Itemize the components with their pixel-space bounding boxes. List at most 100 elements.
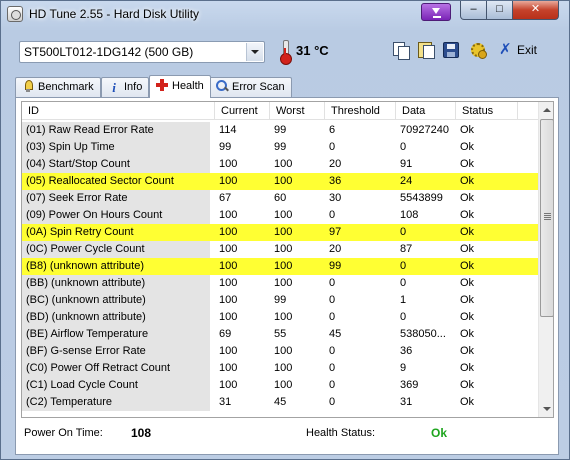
worst-cell: 100 bbox=[274, 345, 293, 357]
data-cell: 70927240 bbox=[400, 124, 449, 136]
title-bar[interactable]: HD Tune 2.55 - Hard Disk Utility – □ ✕ bbox=[1, 1, 569, 29]
col-header-worst[interactable]: Worst bbox=[270, 102, 325, 120]
toolbar: ST500LT012-1DG142 (500 GB) 31 °C ✗ Exit bbox=[7, 30, 563, 74]
table-row[interactable]: (C1) Load Cycle Count 100 100 0 369 Ok bbox=[22, 377, 538, 394]
power-on-time-label: Power On Time: bbox=[24, 427, 103, 439]
status-cell: Ok bbox=[460, 192, 475, 204]
table-row[interactable]: (BE) Airflow Temperature 69 55 45 538050... O… bbox=[22, 326, 538, 343]
table-row[interactable]: (0C) Power Cycle Count 100 100 20 87 Ok bbox=[22, 241, 538, 258]
exit-button[interactable]: ✗ Exit bbox=[495, 39, 545, 61]
table-row[interactable]: (BD) (unknown attribute) 100 100 0 0 Ok bbox=[22, 309, 538, 326]
save-icon[interactable] bbox=[443, 42, 459, 58]
temperature-readout: 31 °C bbox=[296, 43, 329, 58]
current-cell: 100 bbox=[219, 294, 238, 306]
status-cell: Ok bbox=[460, 362, 475, 374]
data-cell: 9 bbox=[400, 362, 407, 374]
table-row[interactable]: (01) Raw Read Error Rate 114 99 6 70927240 Ok bbox=[22, 122, 538, 139]
tab-info[interactable]: i Info bbox=[101, 77, 150, 97]
table-row[interactable]: (C0) Power Off Retract Count 100 100 0 9 Ok bbox=[22, 360, 538, 377]
table-row[interactable]: (04) Start/Stop Count 100 100 20 91 Ok bbox=[22, 156, 538, 173]
status-cell: Ok bbox=[460, 345, 475, 357]
current-cell: 69 bbox=[219, 328, 232, 340]
status-cell: Ok bbox=[460, 226, 475, 238]
data-cell: 91 bbox=[400, 158, 413, 170]
close-button[interactable]: ✕ bbox=[512, 1, 559, 20]
tab-info-label: Info bbox=[124, 81, 143, 93]
status-cell: Ok bbox=[460, 243, 475, 255]
table-row[interactable]: (07) Seek Error Rate 67 60 30 5543899 Ok bbox=[22, 190, 538, 207]
status-cell: Ok bbox=[460, 141, 475, 153]
tab-benchmark[interactable]: Benchmark bbox=[15, 77, 101, 97]
data-cell: 0 bbox=[400, 260, 407, 272]
tab-error-scan[interactable]: Error Scan bbox=[209, 77, 292, 97]
col-header-status[interactable]: Status bbox=[456, 102, 518, 120]
data-cell: 0 bbox=[400, 141, 407, 153]
window-title: HD Tune 2.55 - Hard Disk Utility bbox=[29, 7, 200, 21]
maximize-button[interactable]: □ bbox=[486, 1, 513, 20]
threshold-cell: 0 bbox=[329, 277, 336, 289]
worst-cell: 100 bbox=[274, 260, 293, 272]
vertical-scrollbar[interactable] bbox=[538, 102, 553, 417]
scroll-up-arrow-icon[interactable] bbox=[539, 102, 553, 118]
table-row[interactable]: (B8) (unknown attribute) 100 100 99 0 Ok bbox=[22, 258, 538, 275]
data-cell: 24 bbox=[400, 175, 413, 187]
current-cell: 99 bbox=[219, 141, 232, 153]
scrollbar-thumb[interactable] bbox=[540, 119, 553, 317]
worst-cell: 99 bbox=[274, 124, 287, 136]
data-cell: 0 bbox=[400, 311, 407, 323]
health-status-label: Health Status: bbox=[306, 427, 376, 439]
table-row[interactable]: (BB) (unknown attribute) 100 100 0 0 Ok bbox=[22, 275, 538, 292]
table-row[interactable]: (05) Reallocated Sector Count 100 100 36 24 O… bbox=[22, 173, 538, 190]
attribute-name-cell: (BD) (unknown attribute) bbox=[22, 309, 210, 326]
chevron-down-icon[interactable] bbox=[246, 43, 263, 61]
threshold-cell: 0 bbox=[329, 311, 336, 323]
threshold-cell: 6 bbox=[329, 124, 336, 136]
worst-cell: 100 bbox=[274, 243, 293, 255]
attribute-name-cell: (04) Start/Stop Count bbox=[22, 156, 210, 173]
options-gear-icon[interactable] bbox=[469, 41, 487, 59]
attribute-name-cell: (05) Reallocated Sector Count bbox=[26, 175, 174, 187]
table-row[interactable]: (BF) G-sense Error Rate 100 100 0 36 Ok bbox=[22, 343, 538, 360]
worst-cell: 100 bbox=[274, 158, 293, 170]
download-button[interactable] bbox=[421, 3, 451, 21]
data-cell: 87 bbox=[400, 243, 413, 255]
worst-cell: 100 bbox=[274, 379, 293, 391]
worst-cell: 99 bbox=[274, 294, 287, 306]
attribute-name-cell: (BC) (unknown attribute) bbox=[22, 292, 210, 309]
minimize-button[interactable]: – bbox=[460, 1, 487, 20]
col-header-data[interactable]: Data bbox=[396, 102, 456, 120]
status-cell: Ok bbox=[460, 379, 475, 391]
data-cell: 108 bbox=[400, 209, 419, 221]
worst-cell: 100 bbox=[274, 362, 293, 374]
attribute-name-cell: (C1) Load Cycle Count bbox=[22, 377, 210, 394]
health-status-value: Ok bbox=[431, 426, 448, 440]
attribute-name-cell: (01) Raw Read Error Rate bbox=[22, 122, 210, 139]
status-footer: Power On Time: 108 Health Status: Ok bbox=[16, 422, 558, 452]
table-row[interactable]: (0A) Spin Retry Count 100 100 97 0 Ok bbox=[22, 224, 538, 241]
table-row[interactable]: (C2) Temperature 31 45 0 31 Ok bbox=[22, 394, 538, 411]
info-icon: i bbox=[112, 80, 116, 95]
attribute-name-cell: (BF) G-sense Error Rate bbox=[22, 343, 210, 360]
table-row[interactable]: (BC) (unknown attribute) 100 99 0 1 Ok bbox=[22, 292, 538, 309]
tab-health[interactable]: Health bbox=[149, 75, 211, 98]
col-header-id[interactable]: ID bbox=[22, 102, 215, 120]
thermometer-icon bbox=[280, 40, 292, 65]
threshold-cell: 99 bbox=[329, 260, 342, 272]
col-header-current[interactable]: Current bbox=[215, 102, 270, 120]
status-cell: Ok bbox=[460, 311, 475, 323]
scroll-down-arrow-icon[interactable] bbox=[539, 401, 553, 417]
threshold-cell: 0 bbox=[329, 209, 336, 221]
current-cell: 100 bbox=[219, 158, 238, 170]
copy-all-icon[interactable] bbox=[417, 41, 435, 59]
health-panel: ID Current Worst Threshold Data Status (… bbox=[15, 97, 559, 455]
threshold-cell: 20 bbox=[329, 158, 342, 170]
worst-cell: 45 bbox=[274, 396, 287, 408]
exit-icon: ✗ bbox=[499, 41, 512, 58]
drive-select[interactable]: ST500LT012-1DG142 (500 GB) bbox=[19, 41, 265, 63]
tab-health-label: Health bbox=[172, 80, 204, 92]
threshold-cell: 0 bbox=[329, 345, 336, 357]
copy-icon[interactable] bbox=[392, 41, 410, 60]
col-header-threshold[interactable]: Threshold bbox=[325, 102, 396, 120]
table-row[interactable]: (09) Power On Hours Count 100 100 0 108 Ok bbox=[22, 207, 538, 224]
table-row[interactable]: (03) Spin Up Time 99 99 0 0 Ok bbox=[22, 139, 538, 156]
